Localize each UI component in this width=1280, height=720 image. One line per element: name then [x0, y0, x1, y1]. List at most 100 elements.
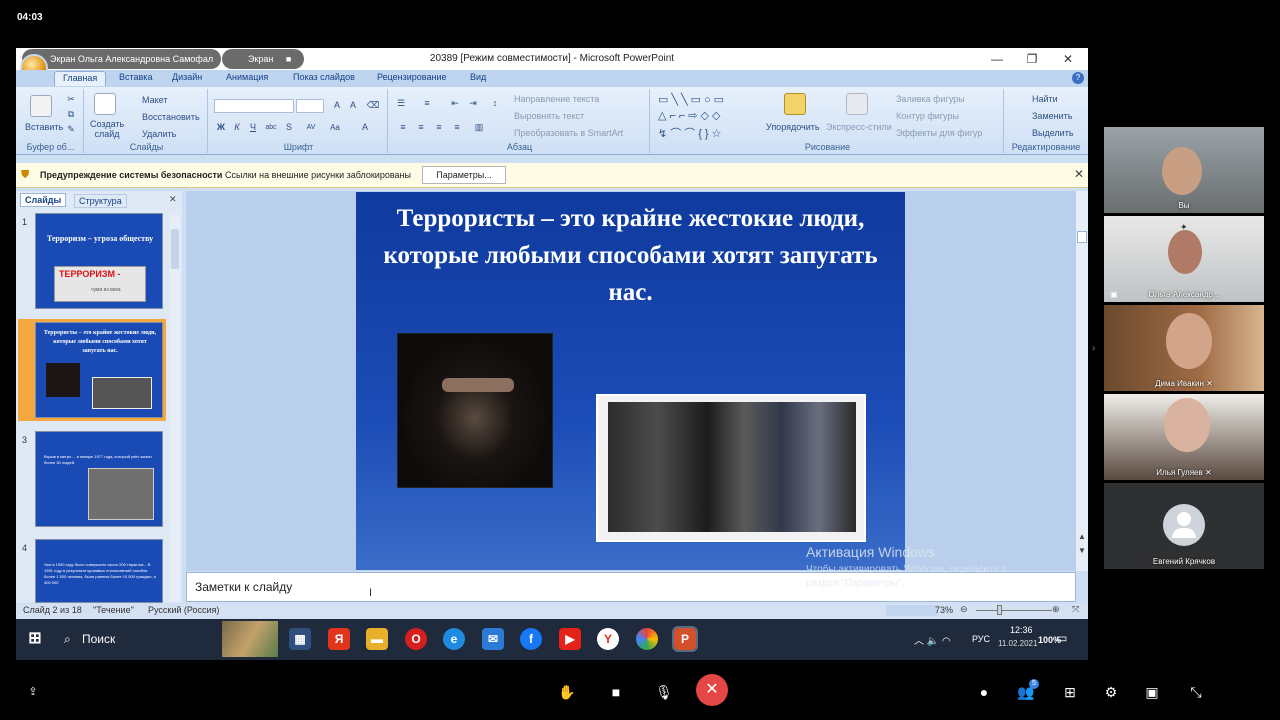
task-view-icon[interactable]: ▦ [289, 628, 311, 650]
participant-tile-presenter[interactable]: ✦ ▣ Ольга Александр... [1104, 216, 1264, 302]
grow-font-icon[interactable]: A [330, 99, 344, 112]
restore-button[interactable]: ❐ [1017, 50, 1047, 68]
new-slide-button[interactable]: Создать слайд [90, 119, 124, 139]
font-name-select[interactable] [214, 99, 294, 113]
close-button[interactable]: ✕ [1053, 50, 1083, 68]
slide-thumb-1[interactable]: Терроризм – угроза обществу ТЕРРОРИЗМ - … [35, 213, 163, 309]
columns-icon[interactable]: ▥ [472, 121, 486, 134]
tab-slides[interactable]: Слайды [20, 193, 67, 207]
yandex-icon[interactable]: Я [328, 628, 350, 650]
arrange-button[interactable]: Упорядочить [766, 122, 820, 132]
keyboard-language[interactable]: РУС [972, 634, 990, 644]
smartart-button[interactable]: Преобразовать в SmartArt [514, 128, 623, 138]
shapes-gallery-row3[interactable]: ↯⌒⌒{}☆ [658, 125, 724, 141]
zoom-out-icon[interactable]: ⊖ [960, 604, 968, 615]
copy-icon[interactable]: ⧉ [64, 108, 78, 121]
quick-styles-button[interactable]: Экспресс-стили [826, 122, 892, 132]
view-buttons[interactable] [886, 605, 938, 616]
help-icon[interactable]: ? [1072, 72, 1084, 84]
facebook-icon[interactable]: f [520, 628, 542, 650]
tab-insert[interactable]: Вставка [119, 72, 152, 87]
edge-icon[interactable]: e [443, 628, 465, 650]
replace-button[interactable]: Заменить [1032, 111, 1072, 121]
next-slide-icon[interactable]: ▼ [1078, 547, 1086, 555]
fit-window-icon[interactable]: ⤧ [1072, 604, 1079, 615]
zoom-slider-thumb[interactable] [997, 605, 1002, 615]
align-text-button[interactable]: Выровнять текст [514, 111, 584, 121]
fullscreen-exit-icon[interactable]: ⤡ [1186, 682, 1206, 702]
layout-button[interactable]: Макет [142, 95, 167, 105]
font-size-select[interactable] [296, 99, 324, 113]
spacing-icon[interactable]: AV [304, 121, 318, 134]
camera-icon[interactable]: ■ [606, 682, 626, 702]
format-painter-icon[interactable]: ✎ [64, 123, 78, 136]
numbering-icon[interactable]: ≡ [420, 97, 434, 110]
tab-animation[interactable]: Анимация [226, 72, 268, 87]
strike-icon[interactable]: abc [264, 121, 278, 134]
tab-home[interactable]: Главная [54, 71, 107, 86]
file-explorer-icon[interactable]: ▬ [366, 628, 388, 650]
slide-scrollbar[interactable]: ▲ ▼ [1076, 191, 1088, 571]
settings-icon[interactable]: ⚙ [1101, 682, 1121, 702]
slide-thumb-2[interactable]: Террористы – это крайне жестокие люди, к… [35, 322, 163, 418]
align-left-icon[interactable]: ≡ [396, 121, 410, 134]
shape-effects-button[interactable]: Эффекты для фигур [896, 128, 982, 138]
close-panel-icon[interactable]: ✕ [169, 194, 177, 205]
end-call-button[interactable]: ✕ [696, 674, 728, 706]
indent-less-icon[interactable]: ⇤ [448, 97, 462, 110]
participant-tile-dima[interactable]: Дима Ивакин ✕ [1104, 305, 1264, 391]
font-color-icon[interactable]: A [358, 121, 372, 134]
select-button[interactable]: Выделить [1032, 128, 1074, 138]
panel-scrollbar[interactable] [170, 215, 180, 601]
justify-icon[interactable]: ≡ [450, 121, 464, 134]
reset-button[interactable]: Восстановить [142, 112, 200, 122]
clear-format-icon[interactable]: ⌫ [366, 99, 380, 112]
slide-thumb-4[interactable]: Уже в 1990 году было совершено около 200… [35, 539, 163, 603]
cut-icon[interactable]: ✂ [64, 93, 78, 106]
chat-icon[interactable]: ● [974, 682, 994, 702]
slide-thumb-3[interactable]: Взрыв в метро ... в январе 1977 года, ко… [35, 431, 163, 527]
close-security-icon[interactable]: ✕ [1074, 167, 1084, 181]
powerpoint-icon[interactable]: P [672, 626, 698, 652]
tab-outline[interactable]: Структура [74, 194, 127, 208]
windows-start-icon[interactable]: ⊞ [24, 628, 46, 650]
collapse-panel-icon[interactable]: › [1092, 343, 1095, 354]
chrome-icon[interactable] [636, 628, 658, 650]
indent-more-icon[interactable]: ⇥ [466, 97, 480, 110]
presenter-pill[interactable]: Экран Ольга Александровна Самофал [22, 49, 222, 69]
bold-icon[interactable]: Ж [214, 121, 228, 134]
paste-button[interactable]: Вставить [25, 122, 63, 132]
shape-fill-button[interactable]: Заливка фигуры [896, 94, 965, 104]
yandex-browser-icon[interactable]: Y [597, 628, 619, 650]
find-button[interactable]: Найти [1032, 94, 1058, 104]
participant-tile-ilya[interactable]: Илья Гуляев ✕ [1104, 394, 1264, 480]
notifications-icon[interactable]: ▭ [1056, 631, 1067, 645]
tab-view[interactable]: Вид [470, 72, 486, 87]
prev-slide-icon[interactable]: ▲ [1078, 533, 1086, 541]
zoom-in-icon[interactable]: ⊕ [1052, 604, 1060, 615]
opera-icon[interactable]: O [405, 628, 427, 650]
shapes-gallery[interactable]: ▭╲╲▭○▭ [658, 93, 727, 106]
panel-scroll-thumb[interactable] [171, 229, 179, 269]
align-center-icon[interactable]: ≡ [414, 121, 428, 134]
grid-view-icon[interactable]: ⊞ [1060, 682, 1080, 702]
underline-icon[interactable]: Ч [246, 121, 260, 134]
participant-tile-self[interactable]: Вы [1104, 127, 1264, 213]
microphone-icon[interactable]: 🎙 [654, 682, 674, 702]
tab-slideshow[interactable]: Показ слайдов [293, 72, 355, 87]
tab-review[interactable]: Рецензирование [377, 72, 447, 87]
bullets-icon[interactable]: ☰ [394, 97, 408, 110]
screen-share-pill[interactable]: Экран ■ [222, 49, 304, 69]
current-slide[interactable]: Террористы – это крайне жестокие люди, к… [356, 192, 905, 570]
zoom-slider[interactable] [976, 610, 1052, 611]
minimize-button[interactable]: — [982, 50, 1012, 68]
taskbar-time[interactable]: 12:36 [1010, 625, 1033, 635]
shrink-font-icon[interactable]: A [346, 99, 360, 112]
mail-icon[interactable]: ✉ [482, 628, 504, 650]
shape-outline-button[interactable]: Контур фигуры [896, 111, 959, 121]
layout-icon[interactable]: ▣ [1142, 682, 1162, 702]
italic-icon[interactable]: К [230, 121, 244, 134]
slide-scroll-thumb[interactable] [1077, 231, 1087, 243]
text-direction-button[interactable]: Направление текста [514, 94, 599, 104]
tray-icons[interactable]: ︿ 🔈 ◠ [914, 632, 951, 647]
